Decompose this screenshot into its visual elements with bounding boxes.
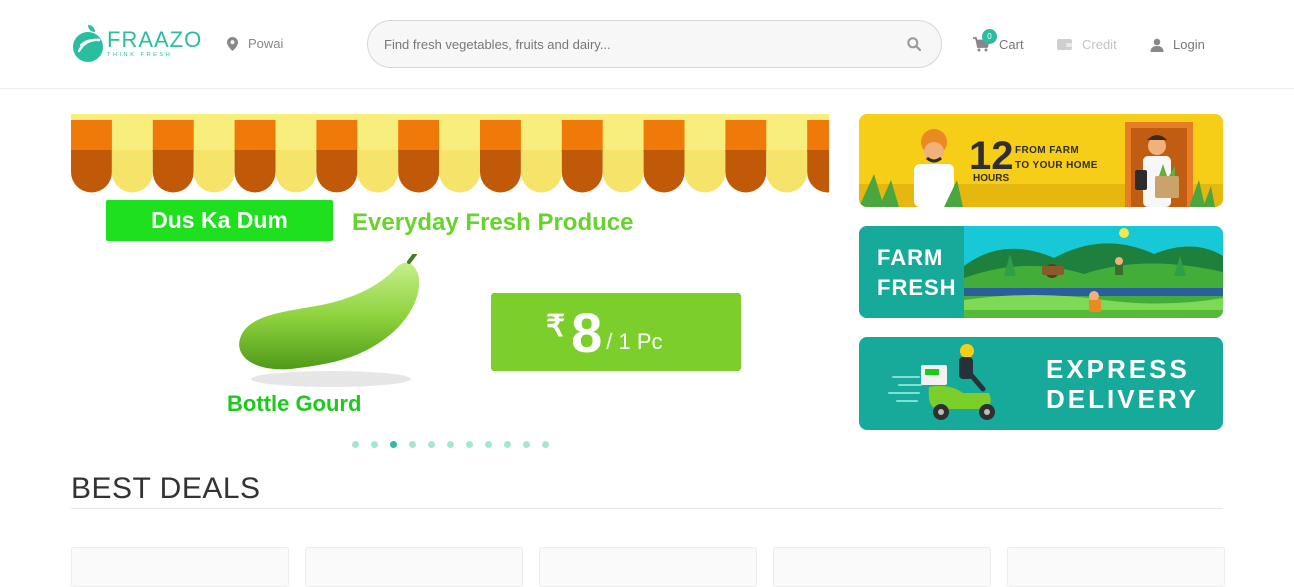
carousel-dot[interactable] [523,441,530,448]
carousel-pagination [352,441,561,448]
farm-landscape-illustration [964,226,1223,318]
product-name: Bottle Gourd [227,391,362,416]
login-label: Login [1173,37,1205,52]
credit-button[interactable]: Credit [1057,37,1117,52]
top-header: FRAAZO THINK FRESH Powai 0 Cart [0,0,1294,89]
hours-label: HOURS [973,173,1010,184]
carousel-dot[interactable] [447,441,454,448]
location-selector[interactable]: Powai [227,36,283,51]
farm-to-home-line2: TO YOUR HOME [1015,160,1098,171]
shop-awning-graphic [71,114,829,193]
carousel-dot[interactable] [352,441,359,448]
cart-label: Cart [999,37,1024,52]
farm-to-home-text: FROM FARM TO YOUR HOME [1015,143,1098,173]
wallet-icon [1057,39,1072,50]
price-unit: / 1 Pc [606,329,663,354]
carousel-dot[interactable] [428,441,435,448]
cart-count-badge: 0 [982,29,997,44]
logo-word: FRAAZO [107,26,203,52]
credit-label: Credit [1082,37,1117,52]
cart-button[interactable]: 0 Cart [973,29,1024,52]
logo-tagline: THINK FRESH [107,51,173,58]
farm-fresh-banner[interactable]: FARM FRESH [859,226,1223,318]
carousel-dot[interactable] [390,441,397,448]
express-delivery-line2: DELIVERY [1046,384,1200,414]
best-deals-heading: BEST DEALS [71,472,261,505]
map-pin-icon [227,36,238,51]
deal-card[interactable] [773,547,991,587]
search-button[interactable] [887,21,941,67]
express-delivery-line1: EXPRESS [1046,354,1190,384]
login-button[interactable]: Login [1150,37,1205,52]
search-input[interactable] [368,21,887,67]
carousel-dot[interactable] [466,441,473,448]
carousel-dot[interactable] [371,441,378,448]
carousel-dot[interactable] [485,441,492,448]
farm-to-home-line1: FROM FARM [1015,145,1080,156]
user-icon [1150,38,1164,52]
search-icon [907,37,921,51]
location-label: Powai [248,36,284,51]
twelve-hours-number: 12 [969,134,1014,178]
hero-carousel-slide[interactable]: Dus Ka Dum Everyday Fresh Produce Bottle… [71,114,829,444]
express-delivery-text: EXPRESS DELIVERY [1046,354,1199,414]
fraazo-logo[interactable]: FRAAZO THINK FRESH [71,23,202,63]
farm-fresh-line2: FRESH [877,275,957,300]
price-value: 8 [571,300,603,364]
section-divider [71,508,1223,509]
rupee-symbol: ₹ [546,309,566,343]
farm-to-home-banner[interactable]: 12 HOURS FROM FARM TO YOUR HOME [859,114,1223,207]
deal-card[interactable] [71,547,289,587]
deal-card[interactable] [1007,547,1225,587]
logo-leaf-icon [71,23,105,63]
express-delivery-banner[interactable]: EXPRESS DELIVERY [859,337,1223,430]
farm-fresh-text: FARM FRESH [877,243,957,303]
deal-card[interactable] [305,547,523,587]
carousel-dot[interactable] [504,441,511,448]
price-tag: ₹ 8 / 1 Pc [491,293,741,371]
offer-badge: Dus Ka Dum [106,200,333,241]
search-bar [367,20,942,68]
carousel-dot[interactable] [542,441,549,448]
deal-card[interactable] [539,547,757,587]
hero-tagline: Everyday Fresh Produce [352,209,634,236]
bottle-gourd-image [239,254,420,387]
logo-text: FRAAZO THINK FRESH [107,26,203,58]
carousel-dot[interactable] [409,441,416,448]
farm-fresh-line1: FARM [877,245,944,270]
scooter-delivery-illustration [888,344,995,420]
